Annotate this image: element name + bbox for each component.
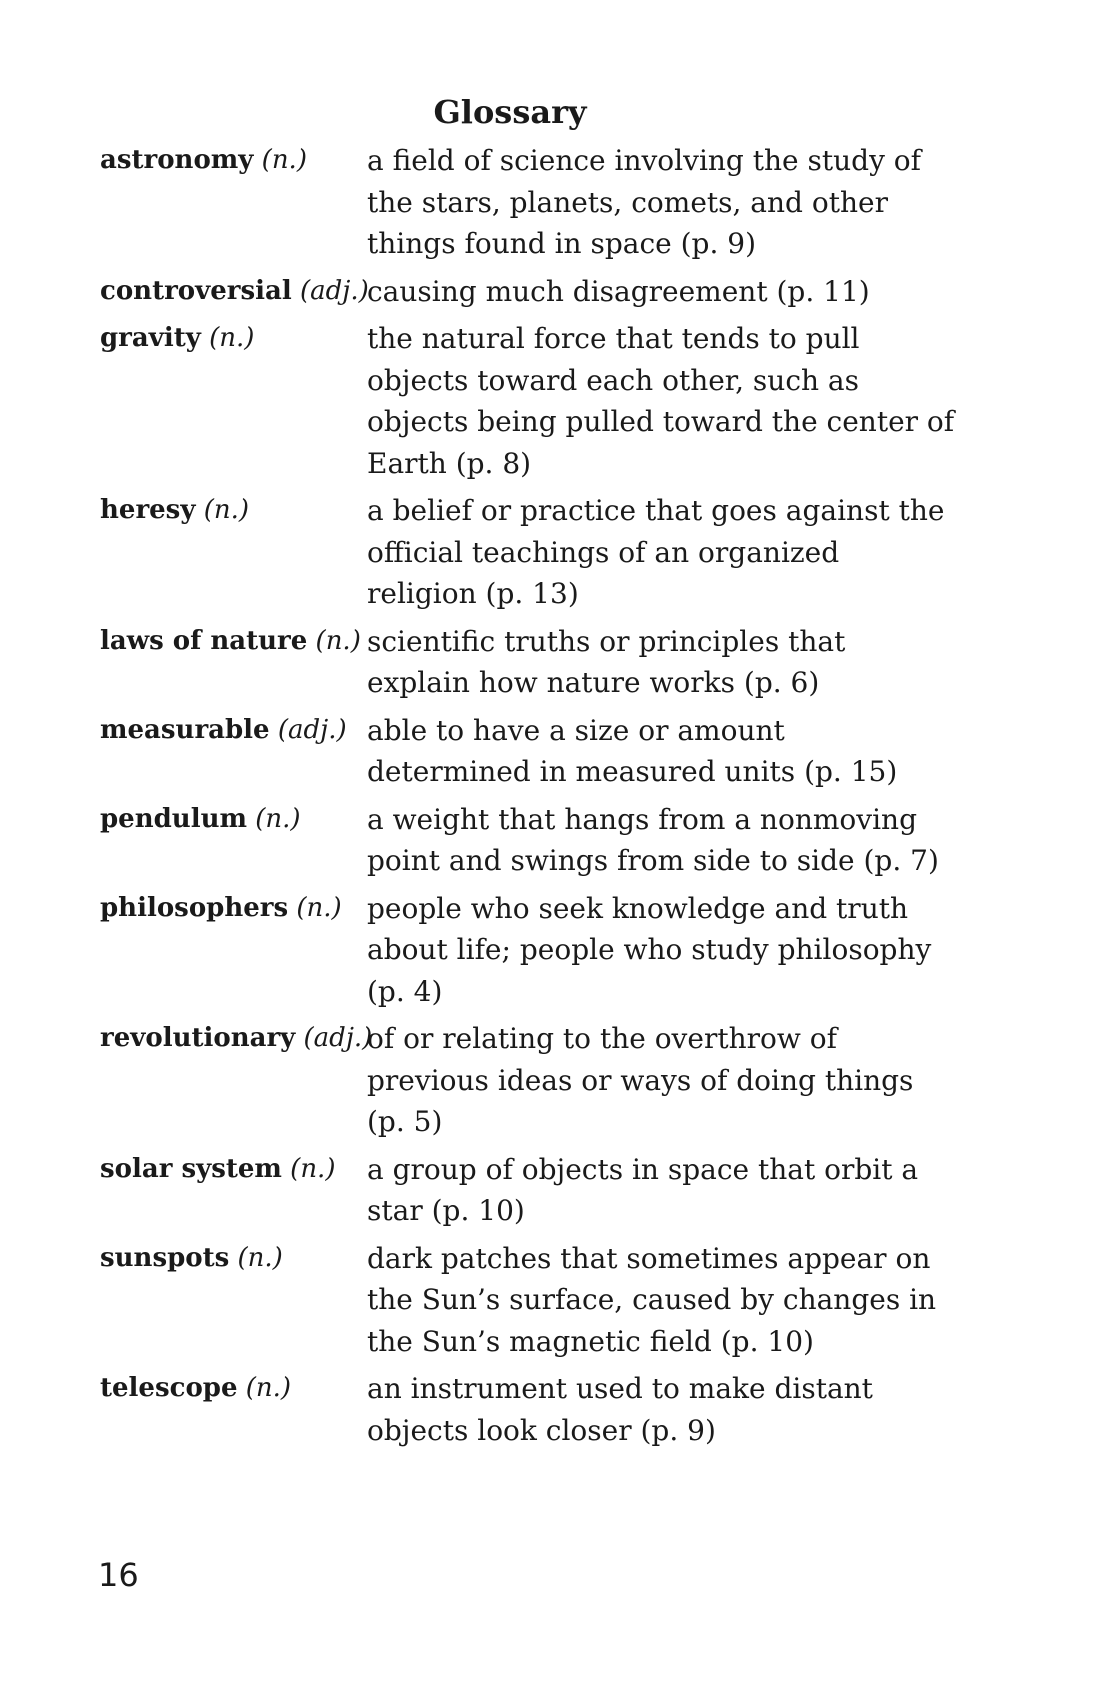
- glossary-entry: heresy (n.) a belief or practice that go…: [100, 490, 1000, 615]
- glossary-entry: pendulum (n.) a weight that hangs from a…: [100, 799, 1000, 882]
- glossary-term: measurable: [100, 714, 270, 745]
- glossary-entry: gravity (n.) the natural force that tend…: [100, 318, 1000, 484]
- glossary-definition: a weight that hangs from a nonmoving poi…: [367, 802, 939, 878]
- part-of-speech: (n.): [209, 323, 255, 353]
- glossary-definition: dark patches that sometimes appear on th…: [367, 1241, 937, 1358]
- glossary-entry: laws of nature (n.) scientific truths or…: [100, 621, 1000, 704]
- glossary-entry: revolutionary (adj.) of or relating to t…: [100, 1018, 1000, 1143]
- glossary-entry: astronomy (n.) a field of science involv…: [100, 140, 1000, 265]
- glossary-definition: scientific truths or principles that exp…: [367, 624, 846, 700]
- part-of-speech: (adj.): [299, 275, 369, 306]
- part-of-speech: (n.): [203, 495, 249, 525]
- glossary-term: revolutionary: [100, 1023, 296, 1053]
- glossary-definition: causing much disagreement (p. 11): [367, 274, 870, 308]
- glossary-entry: controversial (adj.) causing much disagr…: [100, 271, 1000, 313]
- glossary-definition: people who seek knowledge and truth abou…: [367, 891, 932, 1008]
- glossary-definition: an instrument used to make distant objec…: [367, 1372, 873, 1447]
- part-of-speech: (n.): [255, 803, 301, 834]
- part-of-speech: (n.): [245, 1373, 292, 1403]
- glossary-term-cell: measurable (adj.): [100, 710, 367, 793]
- glossary-entry: measurable (adj.) able to have a size or…: [100, 710, 1000, 793]
- part-of-speech: (n.): [315, 625, 361, 656]
- glossary-entry: telescope (n.) an instrument used to mak…: [100, 1368, 1000, 1451]
- glossary-term-cell: telescope (n.): [100, 1368, 367, 1451]
- part-of-speech: (n.): [296, 892, 342, 923]
- glossary-term-cell: laws of nature (n.): [100, 621, 367, 704]
- glossary-entry: sunspots (n.) dark patches that sometime…: [100, 1238, 1000, 1363]
- glossary-term-cell: astronomy (n.): [100, 140, 367, 265]
- glossary-term: controversial: [100, 275, 292, 306]
- glossary-term: heresy: [100, 495, 196, 525]
- glossary-term-cell: pendulum (n.): [100, 799, 367, 882]
- glossary-definition: a field of science involving the study o…: [367, 144, 922, 260]
- page-number: 16: [98, 1556, 139, 1594]
- glossary-term-cell: solar system (n.): [100, 1149, 367, 1232]
- page-title: Glossary: [433, 93, 587, 131]
- glossary-term: sunspots: [100, 1242, 230, 1273]
- glossary-definition: a belief or practice that goes against t…: [367, 494, 945, 610]
- part-of-speech: (n.): [261, 145, 307, 175]
- glossary-term-cell: revolutionary (adj.): [100, 1018, 372, 1143]
- part-of-speech: (n.): [237, 1242, 283, 1273]
- glossary-term-cell: philosophers (n.): [100, 888, 367, 1013]
- part-of-speech: (n.): [290, 1153, 336, 1184]
- glossary-definition: the natural force that tends to pull obj…: [367, 322, 955, 480]
- part-of-speech: (adj.): [303, 1023, 373, 1053]
- glossary-term: gravity: [100, 323, 201, 353]
- glossary-term: solar system: [100, 1153, 282, 1184]
- glossary-term-cell: heresy (n.): [100, 490, 367, 615]
- glossary-term: telescope: [100, 1373, 238, 1403]
- glossary-definition: a group of objects in space that orbit a…: [367, 1152, 919, 1228]
- glossary-definition: of or relating to the overthrow of previ…: [367, 1022, 914, 1138]
- part-of-speech: (adj.): [277, 714, 347, 745]
- glossary-entry: philosophers (n.) people who seek knowle…: [100, 888, 1000, 1013]
- glossary-term: pendulum: [100, 803, 247, 834]
- glossary-term-cell: controversial (adj.): [100, 271, 369, 313]
- glossary-definition: able to have a size or amount determined…: [367, 713, 898, 789]
- glossary-term: astronomy: [100, 145, 254, 175]
- glossary-term-cell: sunspots (n.): [100, 1238, 367, 1363]
- glossary-page: Glossary astronomy (n.) a field of scien…: [0, 0, 1100, 1700]
- glossary-term: laws of nature: [100, 625, 308, 656]
- glossary-term: philosophers: [100, 892, 289, 923]
- glossary-list: astronomy (n.) a field of science involv…: [100, 140, 1000, 1457]
- glossary-term-cell: gravity (n.): [100, 318, 367, 484]
- glossary-entry: solar system (n.) a group of objects in …: [100, 1149, 1000, 1232]
